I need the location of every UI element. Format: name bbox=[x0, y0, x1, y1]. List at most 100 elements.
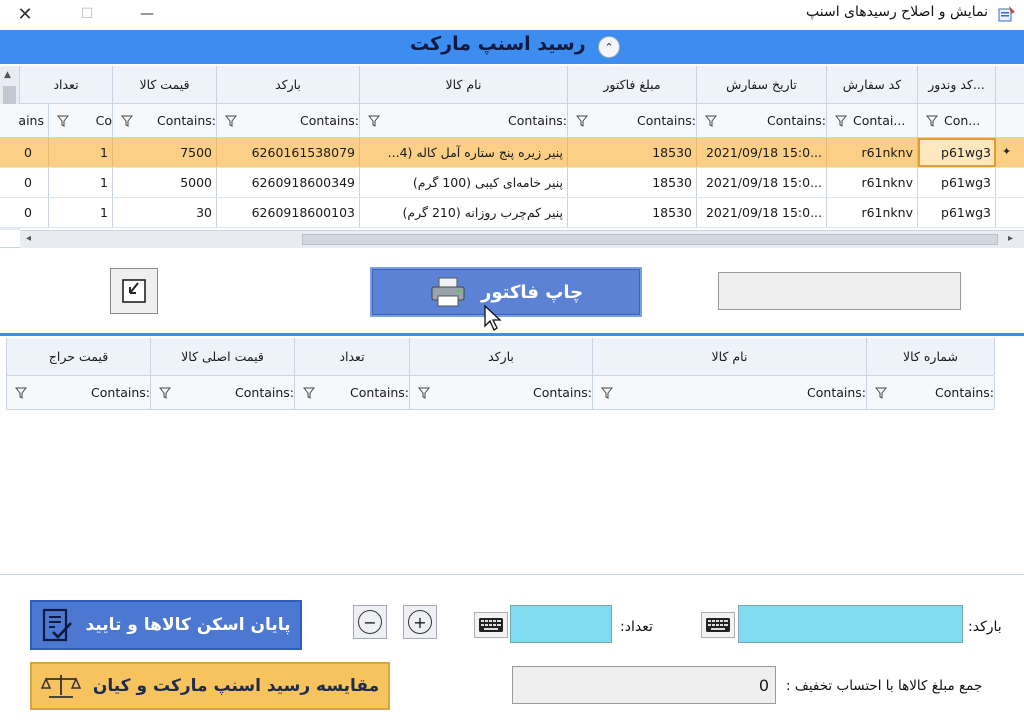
cell-extra[interactable]: 0 bbox=[20, 138, 49, 167]
filter-item-number[interactable]: Contains: bbox=[867, 376, 995, 409]
keyboard-icon bbox=[706, 618, 730, 632]
finish-scan-label: پایان اسکن کالاها و تایید bbox=[85, 615, 291, 635]
horizontal-scrollbar[interactable]: ◂ ▸ bbox=[20, 230, 1024, 248]
cell-order-code[interactable]: r61nknv bbox=[827, 198, 918, 227]
filter-item-price[interactable]: Contains: bbox=[113, 104, 217, 137]
print-invoice-button[interactable]: چاپ فاکتور bbox=[370, 267, 642, 317]
filter-icon bbox=[121, 115, 133, 127]
cell-extra[interactable]: 0 bbox=[20, 198, 49, 227]
section-title: رسید اسنپ مارکت bbox=[410, 33, 586, 55]
quantity-keyboard-button[interactable] bbox=[474, 612, 508, 638]
barcode-input[interactable] bbox=[738, 605, 963, 643]
cell-item-price[interactable]: 7500 bbox=[113, 138, 217, 167]
filter-original-price[interactable]: Contains: bbox=[151, 376, 295, 409]
filter-barcode[interactable]: Contains: bbox=[217, 104, 360, 137]
table-row[interactable]: p61wg3 r61nknv 2021/09/18 15:0... 18530 … bbox=[0, 198, 1024, 228]
grid-bottom-border bbox=[0, 574, 1024, 575]
cell-order-date[interactable]: 2021/09/18 15:0... bbox=[697, 168, 827, 197]
checklist-icon bbox=[43, 608, 73, 642]
cell-order-code[interactable]: r61nknv bbox=[827, 168, 918, 197]
col-barcode[interactable]: بارکد bbox=[410, 338, 593, 375]
col-quantity[interactable]: تعداد bbox=[20, 66, 113, 103]
filter-item-name[interactable]: Contains: bbox=[593, 376, 867, 409]
cell-barcode[interactable]: 6260918600103 bbox=[217, 198, 360, 227]
decrease-button[interactable]: − bbox=[353, 605, 387, 639]
cell-item-price[interactable]: 30 bbox=[113, 198, 217, 227]
total-amount-label: جمع مبلغ کالاها با احتساب تخفیف : bbox=[786, 678, 983, 694]
filter-icon bbox=[418, 387, 430, 399]
grid-filter-row: Contains: Contains: Contains: Contains: … bbox=[6, 376, 995, 410]
col-item-price[interactable]: قیمت کالا bbox=[113, 66, 217, 103]
table-row[interactable]: p61wg3 r61nknv 2021/09/18 15:0... 18530 … bbox=[0, 138, 1024, 168]
receipt-grid: ▲ ▼ کد وندور... کد سفارش تاریخ سفارش مبل… bbox=[0, 66, 1024, 248]
filter-invoice-amount[interactable]: Contains: bbox=[568, 104, 697, 137]
filter-extra[interactable]: ains bbox=[0, 104, 49, 137]
cell-invoice-amount[interactable]: 18530 bbox=[568, 138, 697, 167]
col-order-date[interactable]: تاریخ سفارش bbox=[697, 66, 827, 103]
cell-quantity[interactable]: 1 bbox=[49, 138, 113, 167]
filter-icon bbox=[926, 115, 938, 127]
cell-vendor-code[interactable]: p61wg3 bbox=[918, 138, 996, 167]
cell-extra[interactable]: 0 bbox=[20, 168, 49, 197]
cell-vendor-code[interactable]: p61wg3 bbox=[918, 168, 996, 197]
col-invoice-amount[interactable]: مبلغ فاکتور bbox=[568, 66, 697, 103]
cell-order-date[interactable]: 2021/09/18 15:0... bbox=[697, 198, 827, 227]
filter-icon bbox=[601, 387, 613, 399]
filter-item-name[interactable]: Contains: bbox=[360, 104, 568, 137]
barcode-keyboard-button[interactable] bbox=[701, 612, 735, 638]
maximize-button[interactable]: ☐ bbox=[64, 0, 110, 28]
cell-item-name[interactable]: پنیر کم‌چرب روزانه (210 گرم) bbox=[360, 198, 568, 227]
cell-barcode[interactable]: 6260161538079 bbox=[217, 138, 360, 167]
cell-item-name[interactable]: پنیر خامه‌ای کیبی (100 گرم) bbox=[360, 168, 568, 197]
total-amount-value: 0 bbox=[758, 675, 769, 695]
filter-sale-price[interactable]: Contains: bbox=[7, 376, 151, 409]
app-icon bbox=[998, 6, 1015, 22]
cell-order-code[interactable]: r61nknv bbox=[827, 138, 918, 167]
quantity-input[interactable] bbox=[510, 605, 612, 643]
col-order-code[interactable]: کد سفارش bbox=[827, 66, 918, 103]
scroll-thumb[interactable] bbox=[302, 234, 998, 245]
print-invoice-label: چاپ فاکتور bbox=[480, 281, 584, 303]
finish-scan-button[interactable]: پایان اسکن کالاها و تایید bbox=[30, 600, 302, 650]
cell-quantity[interactable]: 1 bbox=[49, 168, 113, 197]
col-original-price[interactable]: قیمت اصلی کالا bbox=[151, 338, 295, 375]
cell-vendor-code[interactable]: p61wg3 bbox=[918, 198, 996, 227]
close-button[interactable]: ✕ bbox=[2, 0, 48, 28]
filter-order-code[interactable]: Contai... bbox=[827, 104, 918, 137]
cell-item-price[interactable]: 5000 bbox=[113, 168, 217, 197]
quantity-label: تعداد: bbox=[620, 619, 653, 635]
minimize-button[interactable]: — bbox=[124, 0, 170, 28]
filter-vendor-code[interactable]: Con... bbox=[918, 104, 996, 137]
col-barcode[interactable]: بارکد bbox=[217, 66, 360, 103]
export-button[interactable] bbox=[110, 268, 158, 314]
col-quantity[interactable]: تعداد bbox=[295, 338, 410, 375]
collapse-button[interactable]: ⌃ bbox=[598, 36, 620, 58]
scroll-up-icon[interactable]: ▲ bbox=[4, 70, 11, 80]
cell-invoice-amount[interactable]: 18530 bbox=[568, 198, 697, 227]
filter-quantity[interactable]: Contains: bbox=[295, 376, 410, 409]
col-vendor-code[interactable]: کد وندور... bbox=[918, 66, 996, 103]
col-item-name[interactable]: نام کالا bbox=[593, 338, 867, 375]
cell-quantity[interactable]: 1 bbox=[49, 198, 113, 227]
cell-invoice-amount[interactable]: 18530 bbox=[568, 168, 697, 197]
col-item-name[interactable]: نام کالا bbox=[360, 66, 568, 103]
table-row[interactable]: p61wg3 r61nknv 2021/09/18 15:0... 18530 … bbox=[0, 168, 1024, 198]
chevron-up-icon: ⌃ bbox=[604, 40, 614, 54]
col-sale-price[interactable]: قیمت حراج bbox=[7, 338, 151, 375]
filter-icon bbox=[576, 115, 588, 127]
scroll-left-icon[interactable]: ◂ bbox=[26, 233, 31, 244]
filter-quantity[interactable]: Co bbox=[49, 104, 113, 137]
increase-button[interactable]: + bbox=[403, 605, 437, 639]
cell-barcode[interactable]: 6260918600349 bbox=[217, 168, 360, 197]
cell-item-name[interactable]: پنیر زیره پنج ستاره آمل کاله (4... bbox=[360, 138, 568, 167]
cell-order-date[interactable]: 2021/09/18 15:0... bbox=[697, 138, 827, 167]
filter-barcode[interactable]: Contains: bbox=[410, 376, 593, 409]
grid-header-row: شماره کالا نام کالا بارکد تعداد قیمت اصل… bbox=[6, 338, 995, 376]
info-display-box bbox=[718, 272, 961, 310]
compare-receipt-button[interactable]: مقایسه رسید اسنپ مارکت و کیان bbox=[30, 662, 390, 710]
scroll-right-icon[interactable]: ▸ bbox=[1008, 233, 1013, 244]
col-item-number[interactable]: شماره کالا bbox=[867, 338, 995, 375]
mouse-cursor-icon bbox=[484, 304, 502, 331]
filter-order-date[interactable]: Contains: bbox=[697, 104, 827, 137]
close-icon: ✕ bbox=[17, 3, 33, 25]
